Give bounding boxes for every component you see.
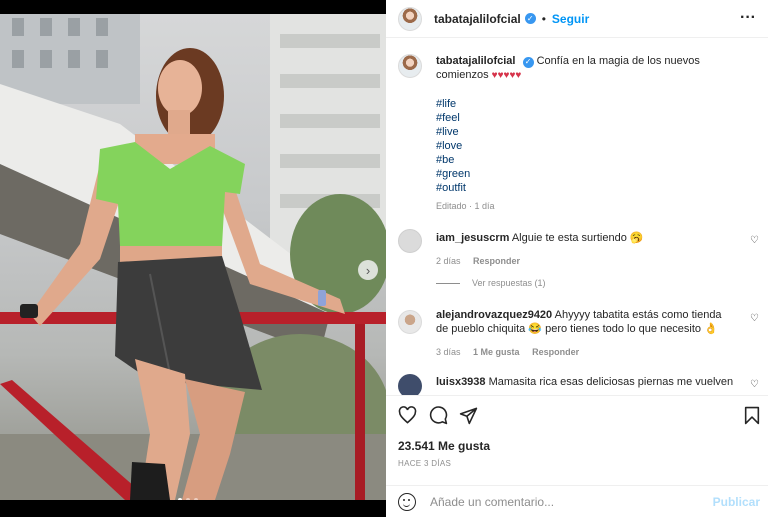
separator-dot: •: [541, 11, 546, 26]
caption-username[interactable]: tabatajalilofcial: [436, 55, 515, 67]
caption: tabatajalilofcial ✓ Confía en la magia d…: [436, 54, 736, 213]
more-options-icon[interactable]: ···: [740, 9, 756, 27]
next-photo-button[interactable]: ›: [358, 260, 378, 280]
avatar[interactable]: [398, 6, 422, 31]
comment-text: Alguie te esta surtiendo 🥱: [511, 232, 644, 244]
hashtag-link[interactable]: #love: [436, 139, 736, 153]
comment-text: Mamasita rica esas deliciosas piernas me…: [488, 376, 734, 388]
comment-like-icon[interactable]: ♡: [750, 379, 759, 390]
hashtag-link[interactable]: #feel: [436, 111, 736, 125]
comment-time: 3 días: [436, 347, 461, 357]
share-icon[interactable]: [459, 406, 478, 425]
comment-meta: 3 días 1 Me gusta Responder: [436, 345, 736, 359]
likes-count[interactable]: 23.541 Me gusta: [398, 439, 490, 453]
verified-icon: ✓: [524, 13, 536, 24]
hashtag-link[interactable]: #green: [436, 167, 736, 181]
comment-item: alejandrovazquez9420 Ahyyyy tabatita est…: [436, 308, 736, 359]
comment-meta: 2 días Responder: [436, 254, 736, 268]
post-header: tabatajalilofcial ✓ • Seguir ···: [386, 0, 768, 38]
carousel-dot: [186, 498, 190, 500]
carousel-dot: [178, 498, 182, 500]
verified-icon: ✓: [522, 56, 534, 68]
hashtag-link[interactable]: #life: [436, 97, 736, 111]
comment-item: iam_jesuscrm Alguie te esta surtiendo 🥱 …: [436, 231, 736, 268]
hashtag-link[interactable]: #be: [436, 153, 736, 167]
hearts-emoji: ♥♥♥♥♥: [491, 70, 522, 81]
carousel-dots: [178, 498, 198, 500]
divider-line: [436, 282, 460, 284]
comment-avatar[interactable]: [398, 374, 422, 395]
comment-avatar[interactable]: [398, 310, 422, 334]
reply-button[interactable]: Responder: [473, 256, 520, 266]
reply-button[interactable]: Responder: [532, 347, 579, 357]
comment-likes[interactable]: 1 Me gusta: [473, 347, 520, 357]
header-username[interactable]: tabatajalilofcial: [434, 12, 521, 26]
comment-like-icon[interactable]: ♡: [750, 313, 759, 324]
comment-like-icon[interactable]: ♡: [750, 235, 759, 246]
comment-input[interactable]: [430, 494, 700, 509]
comment-avatar[interactable]: [398, 229, 422, 253]
comment-time: 2 días: [436, 256, 461, 266]
like-icon[interactable]: [398, 406, 417, 425]
emoji-icon[interactable]: [398, 492, 416, 511]
hashtags: #life #feel #live #love #be #green #outf…: [436, 97, 736, 195]
comment-username[interactable]: luisx3938: [436, 376, 486, 388]
save-bookmark-icon[interactable]: [744, 406, 760, 425]
caption-edited: Editado · 1 día: [436, 201, 495, 211]
view-replies-button[interactable]: Ver respuestas (1): [436, 278, 546, 288]
comment-username[interactable]: alejandrovazquez9420: [436, 309, 552, 321]
add-comment-bar: Publicar: [386, 485, 768, 517]
photo-illustration: [0, 14, 386, 500]
post-time: HACE 3 DÍAS: [398, 459, 452, 468]
follow-button[interactable]: Seguir: [552, 12, 589, 26]
carousel-dot: [194, 498, 198, 500]
hashtag-link[interactable]: #outfit: [436, 181, 736, 195]
publish-button[interactable]: Publicar: [713, 495, 760, 509]
post-photo[interactable]: ›: [0, 14, 386, 500]
comment-username[interactable]: iam_jesuscrm: [436, 232, 509, 244]
comments-list[interactable]: tabatajalilofcial ✓ Confía en la magia d…: [386, 40, 768, 395]
caption-avatar[interactable]: [398, 54, 422, 78]
view-replies-label: Ver respuestas (1): [472, 278, 546, 288]
post-side-panel: tabatajalilofcial ✓ • Seguir ··· tabataj…: [386, 0, 768, 517]
hashtag-link[interactable]: #live: [436, 125, 736, 139]
comment-item: luisx3938 Mamasita rica esas deliciosas …: [436, 375, 736, 389]
comment-icon[interactable]: [429, 406, 448, 425]
